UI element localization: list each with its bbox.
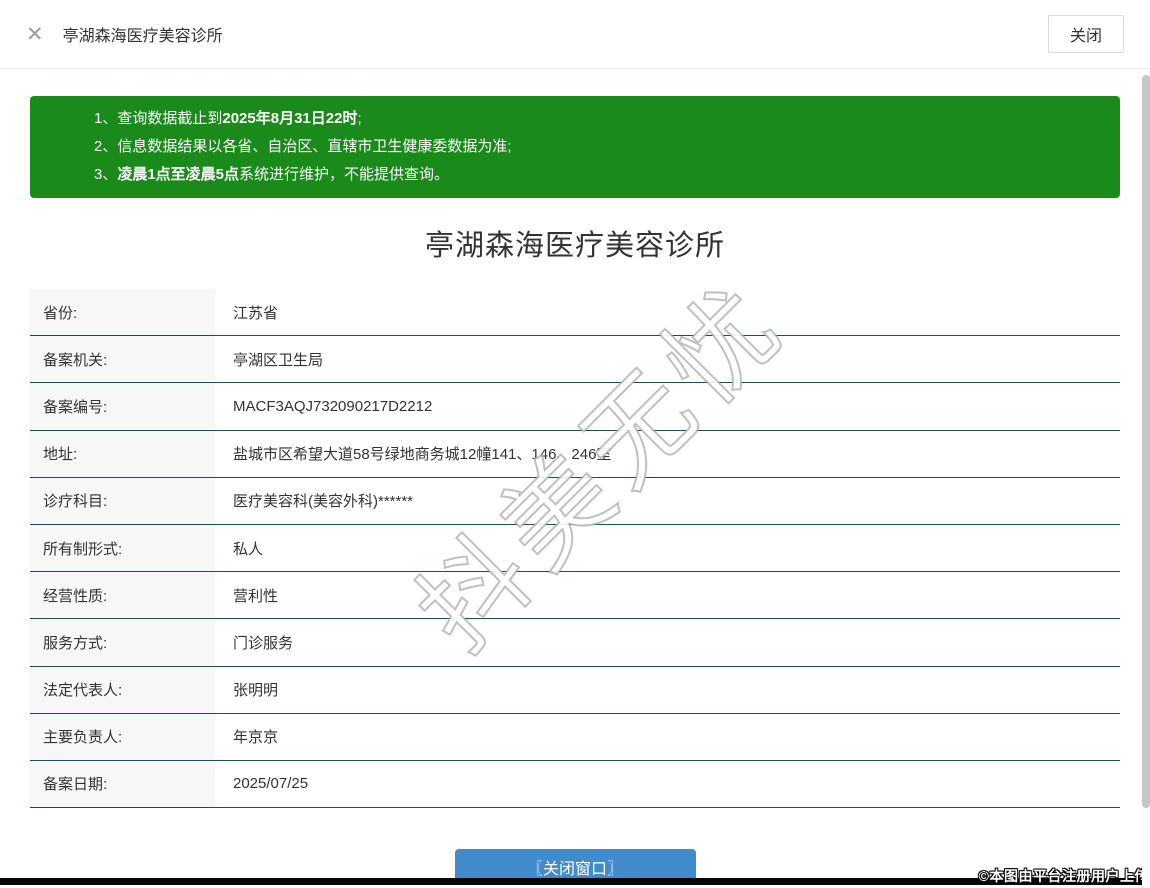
table-row-principal: 主要负责人: 年京京 bbox=[30, 713, 1120, 761]
notice-prefix: 3、 bbox=[94, 166, 118, 183]
notice-prefix: 2、 bbox=[94, 138, 118, 155]
notice-text: 系统进行维护，不能提供查询。 bbox=[239, 166, 450, 183]
table-row-province: 省份: 江苏省 bbox=[30, 289, 1120, 337]
table-row-filing-authority: 备案机关: 亭湖区卫生局 bbox=[30, 336, 1120, 384]
notice-bold-text: 凌晨1点至凌晨5点 bbox=[117, 166, 240, 183]
clinic-info-table: 省份: 江苏省 备案机关: 亭湖区卫生局 备案编号: MACF3AQJ73209… bbox=[30, 289, 1120, 809]
field-label: 法定代表人: bbox=[30, 666, 215, 713]
notice-prefix: 1、 bbox=[94, 110, 118, 127]
field-value: 张明明 bbox=[233, 682, 279, 700]
field-value: 盐城市区希望大道58号绿地商务城12幢141、146、246室 bbox=[233, 446, 612, 464]
field-label: 经营性质: bbox=[30, 572, 215, 619]
page-title: 亭湖森海医疗美容诊所 bbox=[424, 230, 725, 262]
notice-bold-text: 2025年8月31日22时 bbox=[222, 110, 358, 127]
field-value: 私人 bbox=[233, 540, 264, 558]
notice-text: 查询数据截止到 bbox=[117, 110, 223, 127]
notice-text: 信息数据结果以各省、自治区、直辖市卫生健康委数据为准; bbox=[117, 138, 512, 155]
notice-line: 2、信息数据结果以各省、自治区、直辖市卫生健康委数据为准; bbox=[94, 133, 1100, 161]
close-icon[interactable]: ✕ bbox=[26, 24, 44, 45]
field-label: 主要负责人: bbox=[30, 713, 215, 760]
upload-credit-watermark: ©本图由平台注册用户上传 bbox=[978, 868, 1149, 884]
field-label: 服务方式: bbox=[30, 619, 215, 666]
field-label: 备案日期: bbox=[30, 760, 215, 808]
field-value: 营利性 bbox=[233, 587, 279, 605]
table-row-service-mode: 服务方式: 门诊服务 bbox=[30, 619, 1120, 667]
field-label: 省份: bbox=[30, 289, 215, 336]
table-row-filing-date: 备案日期: 2025/07/25 bbox=[30, 760, 1120, 809]
notice-line: 3、凌晨1点至凌晨5点系统进行维护，不能提供查询。 bbox=[94, 161, 1100, 189]
notice-line: 1、查询数据截止到2025年8月31日22时; bbox=[94, 105, 1100, 133]
field-value: MACF3AQJ732090217D2212 bbox=[233, 397, 433, 415]
field-value: 门诊服务 bbox=[233, 634, 294, 652]
field-value: 2025/07/25 bbox=[233, 775, 309, 793]
field-value: 医疗美容科(美容外科)****** bbox=[233, 493, 414, 511]
close-button[interactable]: 关闭 bbox=[1048, 15, 1124, 53]
field-value: 年京京 bbox=[233, 729, 279, 747]
page-body: 1、查询数据截止到2025年8月31日22时; 2、信息数据结果以各省、自治区、… bbox=[0, 96, 1150, 886]
table-row-medical-subjects: 诊疗科目: 医疗美容科(美容外科)****** bbox=[30, 477, 1120, 525]
table-row-operating-nature: 经营性质: 营利性 bbox=[30, 572, 1120, 620]
field-label: 诊疗科目: bbox=[30, 477, 215, 524]
scrollbar[interactable] bbox=[1142, 70, 1150, 888]
table-row-ownership-form: 所有制形式: 私人 bbox=[30, 524, 1120, 573]
clinic-record-window: ✕ 亭湖森海医疗美容诊所 关闭 1、查询数据截止到2025年8月31日22时; … bbox=[0, 0, 1150, 888]
bottom-border-bar bbox=[0, 878, 1150, 885]
field-value: 江苏省 bbox=[233, 304, 279, 322]
field-label: 所有制形式: bbox=[30, 524, 215, 572]
field-value: 亭湖区卫生局 bbox=[233, 351, 324, 369]
scrollbar-thumb[interactable] bbox=[1142, 75, 1150, 808]
field-label: 地址: bbox=[30, 430, 215, 477]
table-row-filing-number: 备案编号: MACF3AQJ732090217D2212 bbox=[30, 383, 1120, 431]
table-row-legal-representative: 法定代表人: 张明明 bbox=[30, 666, 1120, 714]
field-label: 备案机关: bbox=[30, 336, 215, 383]
window-title: 亭湖森海医疗美容诊所 bbox=[62, 28, 223, 45]
field-label: 备案编号: bbox=[30, 383, 215, 430]
table-row-address: 地址: 盐城市区希望大道58号绿地商务城12幢141、146、246室 bbox=[30, 430, 1120, 478]
window-header: ✕ 亭湖森海医疗美容诊所 关闭 bbox=[0, 0, 1150, 69]
notice-banner: 1、查询数据截止到2025年8月31日22时; 2、信息数据结果以各省、自治区、… bbox=[30, 96, 1120, 198]
notice-text: ; bbox=[357, 110, 362, 127]
